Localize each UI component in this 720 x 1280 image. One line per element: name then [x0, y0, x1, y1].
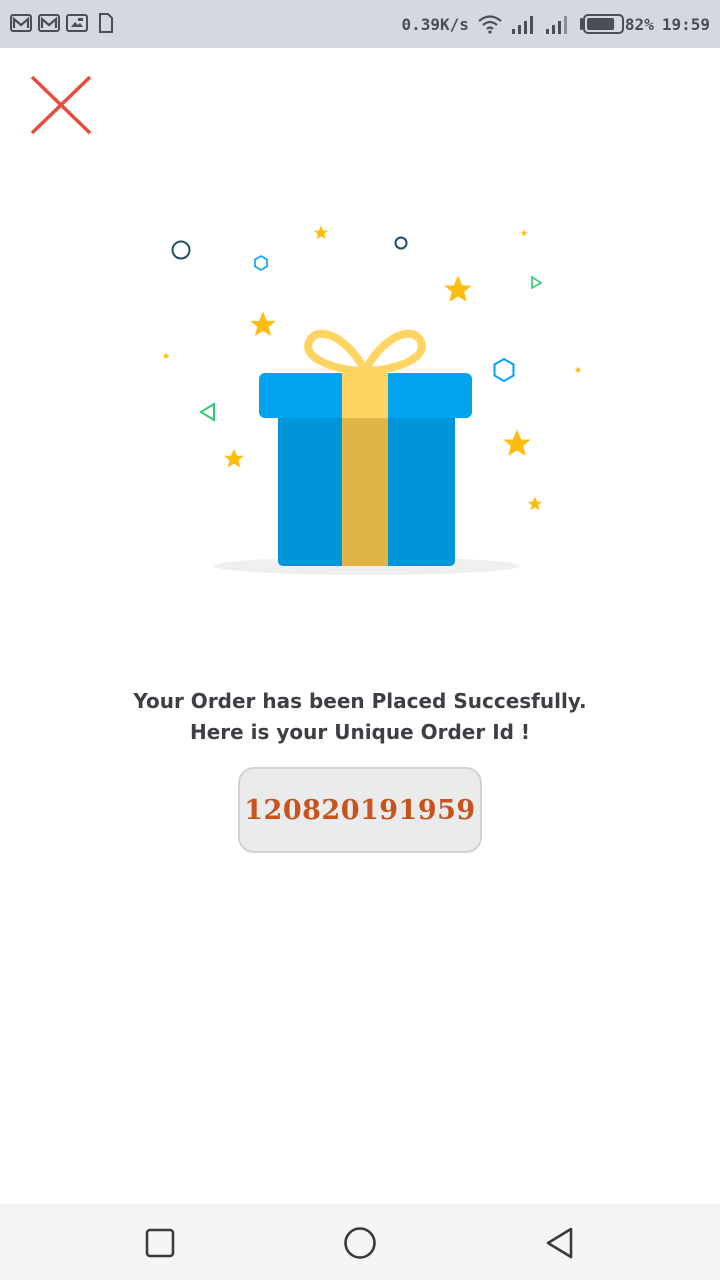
gmail-icon — [38, 14, 60, 32]
battery-indicator: 82% — [579, 13, 654, 35]
confetti-triangle — [531, 275, 543, 290]
battery-percent: 82% — [624, 14, 654, 34]
back-icon — [546, 1227, 573, 1259]
network-speed: 0.39K/s — [401, 14, 469, 34]
recents-icon — [145, 1228, 175, 1258]
home-button[interactable] — [343, 1226, 377, 1260]
notification-icons — [10, 12, 116, 34]
battery-icon — [579, 14, 624, 34]
sd-card-icon — [99, 13, 113, 33]
confetti-circle — [394, 236, 408, 250]
order-id-box: 120820191959 — [238, 767, 482, 853]
recents-button[interactable] — [143, 1226, 177, 1260]
message-line-2: Here is your Unique Order Id ! — [189, 720, 531, 744]
home-icon — [344, 1227, 376, 1259]
clock: 19:59 — [661, 14, 710, 34]
gift-box-icon — [162, 225, 582, 575]
signal-icon — [511, 16, 533, 34]
close-icon — [30, 75, 92, 135]
close-button[interactable] — [28, 74, 94, 136]
confetti-triangle — [199, 402, 215, 422]
screenshot-icon — [66, 14, 88, 32]
message-line-1: Your Order has been Placed Succesfully. — [133, 689, 587, 713]
order-success-message: Your Order has been Placed Succesfully. … — [0, 686, 720, 748]
status-bar: 0.39K/s 82% 19:59 — [0, 0, 720, 48]
gift-bow — [304, 329, 369, 375]
signal-icon — [545, 16, 567, 34]
back-button[interactable] — [543, 1226, 577, 1260]
gmail-icon — [10, 14, 32, 32]
confetti-hexagon — [493, 357, 515, 383]
confetti-hexagon — [254, 255, 268, 271]
confetti-circle — [171, 240, 191, 260]
order-id: 120820191959 — [244, 794, 476, 826]
wifi-icon — [478, 15, 502, 34]
navigation-bar — [0, 1204, 720, 1280]
status-indicators: 0.39K/s 82% 19:59 — [401, 10, 710, 38]
